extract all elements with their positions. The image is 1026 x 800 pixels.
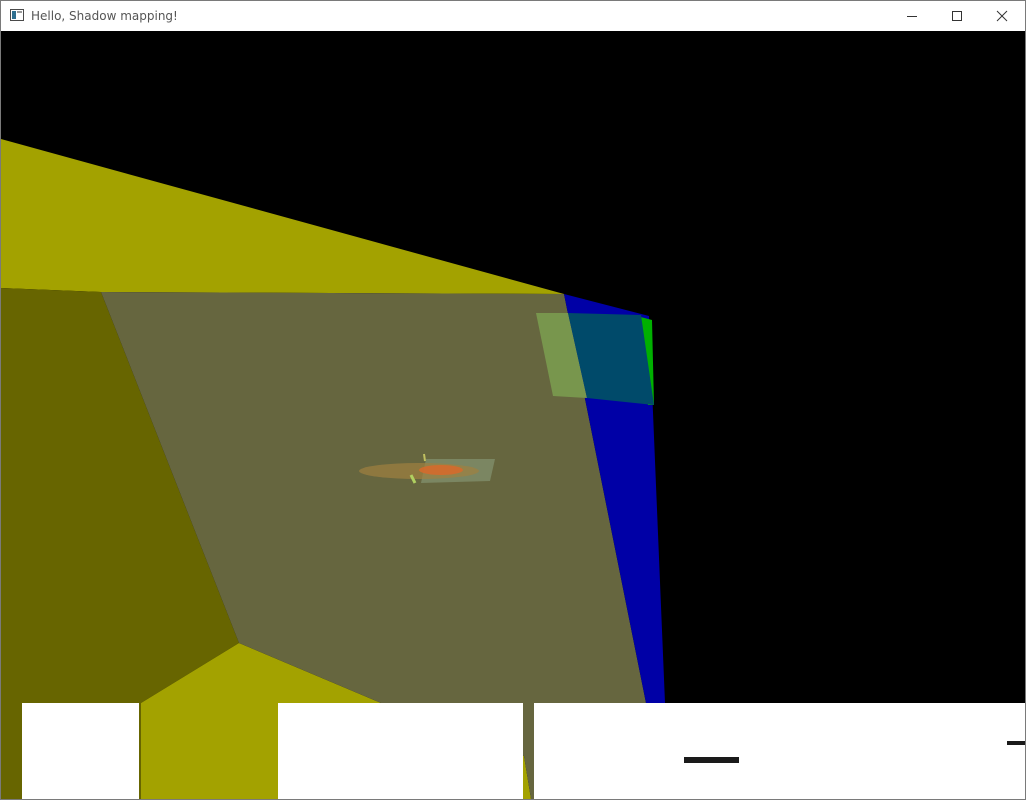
- window-title: Hello, Shadow mapping!: [31, 9, 178, 23]
- close-icon: [996, 10, 1008, 22]
- render-viewport[interactable]: [1, 31, 1025, 799]
- maximize-icon: [952, 11, 962, 21]
- app-window: Hello, Shadow mapping!: [0, 0, 1026, 800]
- app-icon: [10, 9, 24, 21]
- minimize-icon: [907, 16, 917, 17]
- title-bar[interactable]: Hello, Shadow mapping!: [1, 1, 1025, 31]
- scene-canvas: [1, 139, 1025, 799]
- debug-dash-1: [684, 757, 739, 763]
- close-button[interactable]: [979, 1, 1025, 31]
- debug-panel-2: [278, 703, 523, 799]
- debug-panel-1: [22, 703, 139, 799]
- yellow-top-face: [1, 139, 564, 294]
- minimize-button[interactable]: [889, 1, 935, 31]
- debug-panel-3: [534, 703, 1025, 799]
- maximize-button[interactable]: [934, 1, 980, 31]
- debug-dash-2: [1007, 741, 1025, 745]
